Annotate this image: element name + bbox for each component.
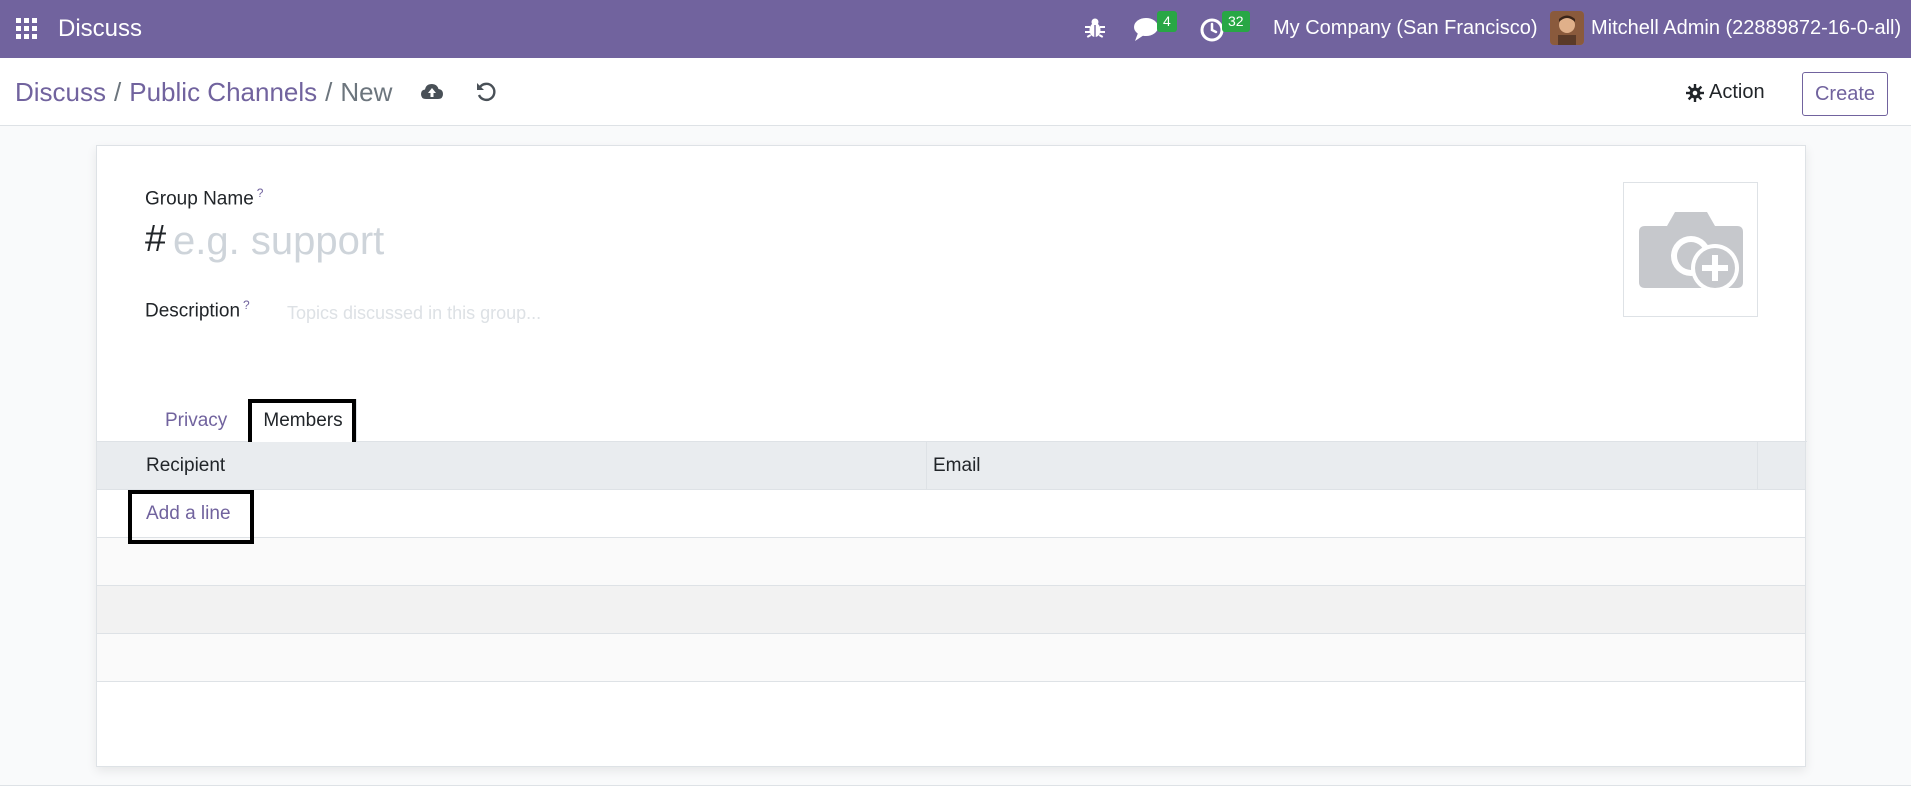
action-label: Action <box>1709 81 1765 103</box>
breadcrumb-current: New <box>340 77 393 107</box>
members-table-header: Recipient Email <box>97 442 1805 490</box>
table-row <box>97 586 1805 634</box>
table-row <box>97 634 1805 682</box>
column-recipient[interactable]: Recipient <box>146 442 225 490</box>
description-label-text: Description <box>145 300 241 322</box>
discard-undo-icon[interactable] <box>475 81 497 103</box>
group-name-input[interactable] <box>173 216 1073 266</box>
column-divider <box>926 442 927 490</box>
table-row <box>97 538 1805 586</box>
create-button[interactable]: Create <box>1802 72 1888 116</box>
user-avatar[interactable] <box>1550 11 1584 45</box>
help-tooltip-icon[interactable]: ? <box>257 186 264 200</box>
breadcrumb-discuss[interactable]: Discuss <box>15 77 106 107</box>
column-email[interactable]: Email <box>933 442 981 490</box>
top-navbar: Discuss 4 32 My Company (San Francisco) … <box>0 0 1911 58</box>
add-a-line-link[interactable]: Add a line <box>146 490 231 538</box>
activities-count-badge: 32 <box>1222 11 1250 32</box>
tab-members[interactable]: Members <box>249 399 357 443</box>
description-input[interactable] <box>287 298 1287 328</box>
notebook-tabs: Privacy Members <box>97 399 1807 443</box>
breadcrumb-separator: / <box>325 77 333 107</box>
form-sheet: Group Name? # Description? Privacy Membe… <box>96 145 1807 767</box>
breadcrumb: Discuss / Public Channels / New <box>15 77 392 108</box>
apps-grid-icon[interactable] <box>16 18 38 40</box>
control-panel: Discuss / Public Channels / New Action Creat… <box>0 58 1911 126</box>
group-name-label: Group Name? <box>145 186 263 210</box>
bug-icon[interactable] <box>1082 15 1108 41</box>
group-name-label-text: Group Name <box>145 188 254 210</box>
tab-privacy[interactable]: Privacy <box>165 399 227 442</box>
breadcrumb-public-channels[interactable]: Public Channels <box>129 77 317 107</box>
company-switcher[interactable]: My Company (San Francisco) <box>1273 17 1538 40</box>
camera-plus-icon <box>1638 211 1743 292</box>
breadcrumb-separator: / <box>114 77 122 107</box>
help-tooltip-icon[interactable]: ? <box>243 298 250 312</box>
messages-count-badge: 4 <box>1157 11 1177 32</box>
column-divider <box>1757 442 1758 490</box>
avatar-image <box>1550 11 1584 45</box>
bottom-strip <box>0 785 1911 797</box>
gear-icon <box>1686 83 1704 102</box>
action-menu-button[interactable]: Action <box>1686 81 1765 104</box>
user-menu[interactable]: Mitchell Admin (22889872-16-0-all) <box>1591 17 1901 40</box>
description-label: Description? <box>145 298 250 322</box>
channel-image-upload[interactable] <box>1623 182 1758 317</box>
channel-hash-symbol: # <box>145 218 167 260</box>
table-row: Add a line <box>97 490 1805 538</box>
app-name[interactable]: Discuss <box>58 15 142 43</box>
cloud-upload-icon[interactable] <box>420 81 444 103</box>
